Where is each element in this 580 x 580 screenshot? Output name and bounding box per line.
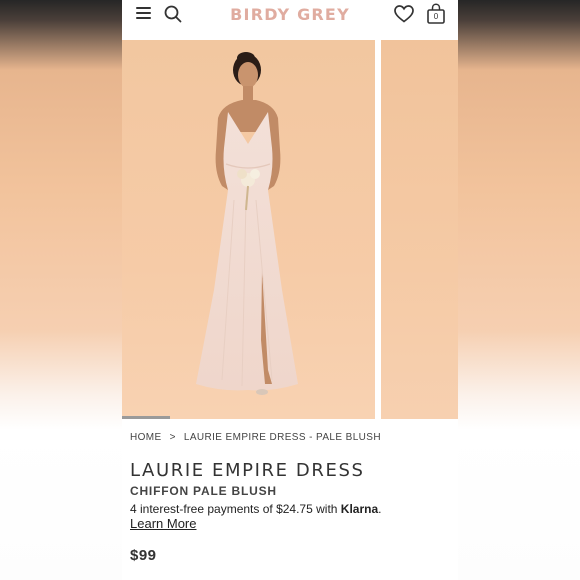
- breadcrumb-current: LAURIE EMPIRE DRESS - PALE BLUSH: [183, 432, 381, 443]
- learn-more-link[interactable]: Learn More: [130, 516, 196, 531]
- heart-icon[interactable]: [394, 5, 414, 23]
- breadcrumb: HOME > LAURIE EMPIRE DRESS - PALE BLUSH: [130, 432, 381, 443]
- gallery-progress-bar: [122, 416, 170, 419]
- installments-text: 4 interest-free payments of $24.75 with: [130, 502, 341, 516]
- product-price: $99: [130, 547, 157, 564]
- breadcrumb-separator: >: [169, 432, 176, 443]
- product-subtitle: CHIFFON PALE BLUSH: [130, 484, 277, 498]
- mobile-page: BIRDY GREY 0 HOME > LAURIE EMPIRE DRESS …: [122, 0, 458, 580]
- product-image-main[interactable]: [122, 40, 375, 419]
- backdrop-left: [0, 0, 122, 580]
- breadcrumb-home-link[interactable]: HOME: [130, 432, 162, 443]
- backdrop-right: [458, 0, 580, 580]
- installments-suffix: .: [378, 502, 382, 516]
- shopping-bag-icon[interactable]: 0: [426, 3, 446, 25]
- model-illustration: [196, 52, 298, 395]
- site-header: BIRDY GREY 0: [122, 0, 458, 40]
- product-image-next[interactable]: [381, 40, 458, 419]
- cart-count: 0: [433, 12, 439, 21]
- product-gallery[interactable]: [122, 40, 458, 419]
- product-title: LAURIE EMPIRE DRESS: [130, 460, 365, 481]
- klarna-brand: Klarna: [340, 502, 379, 516]
- klarna-installments: 4 interest-free payments of $24.75 with …: [130, 502, 381, 516]
